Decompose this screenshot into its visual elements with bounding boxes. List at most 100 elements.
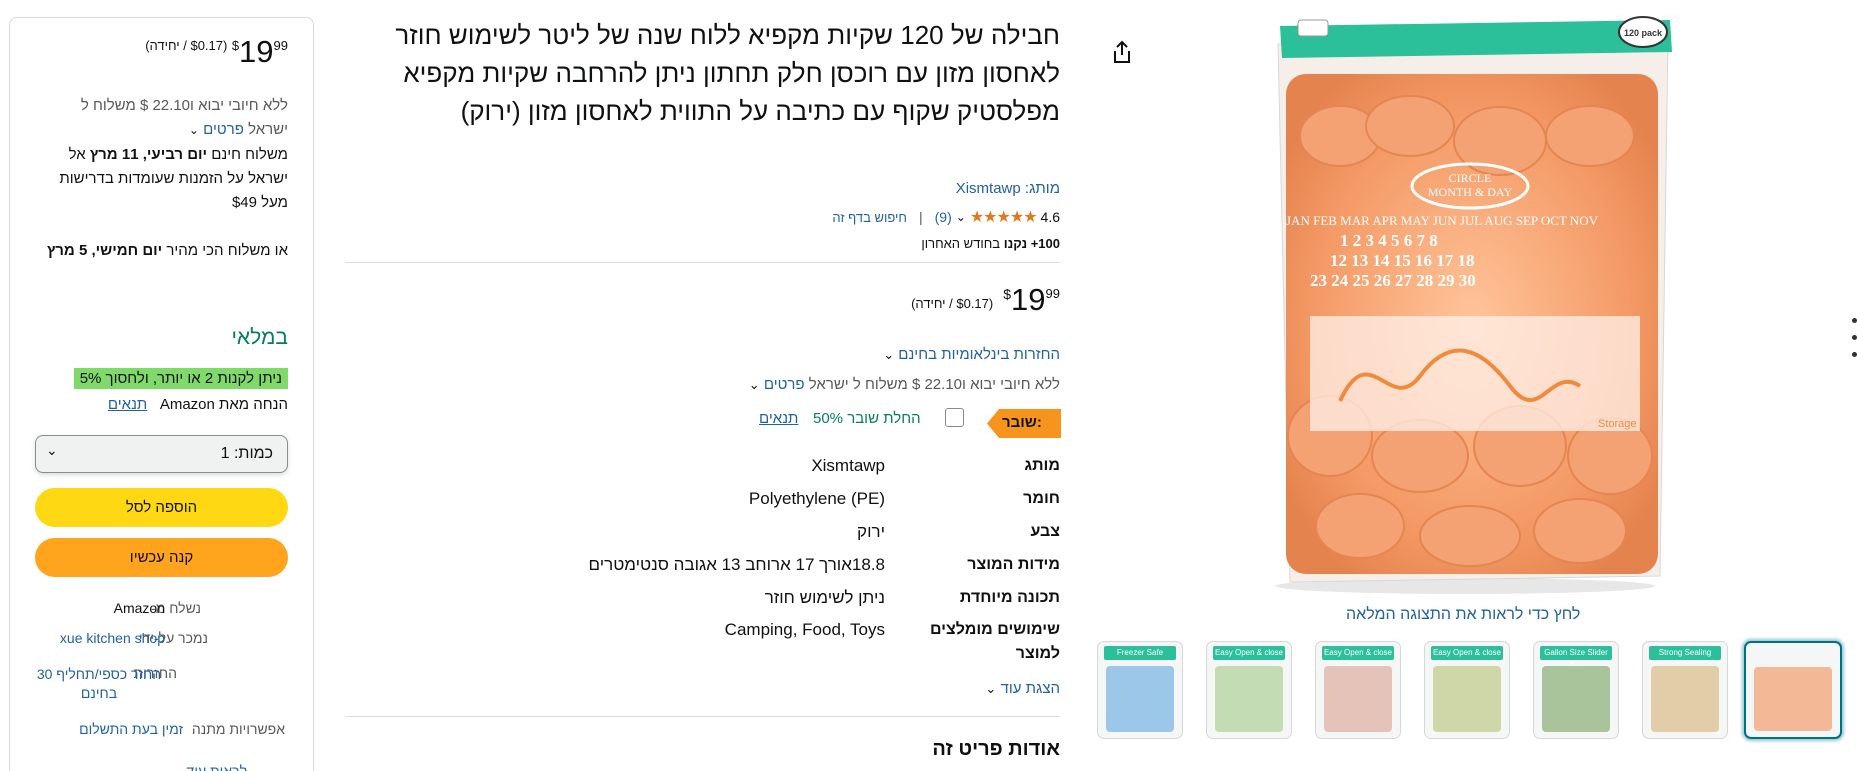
product-main-image[interactable]: 120 pack CIRCLE MONTH & DAY JAN FEB MAR … — [1250, 16, 1686, 596]
price-currency: $ — [231, 38, 240, 53]
thumbnail-item[interactable]: Freezer Safe — [1097, 641, 1183, 739]
spec-label: צבע — [1030, 523, 1060, 540]
thumbnail-label: Strong Sealing — [1649, 646, 1721, 660]
shipping-details-link[interactable]: פרטים — [203, 121, 244, 138]
price-fraction: 99 — [273, 38, 288, 53]
discount-text: הנחה מאת Amazon — [159, 396, 288, 413]
share-icon[interactable] — [1108, 38, 1136, 66]
thumbnail-item[interactable]: Easy Open & close — [1424, 641, 1510, 739]
international-returns[interactable]: החזרות בינלאומיות בחינם ⌄ — [883, 346, 1060, 363]
unit-price: ($0.17 / יחידה) — [145, 38, 228, 53]
free-delivery-label: משלוח חינם — [211, 146, 288, 163]
rating-value: 4.6 — [1040, 209, 1060, 225]
discount-row: הנחה מאת Amazon תנאים — [35, 393, 288, 417]
chevron-down-icon[interactable]: ⌄ — [956, 210, 966, 224]
pack-badge: 120 pack — [1624, 28, 1663, 38]
shipping-details-link[interactable]: פרטים — [764, 376, 805, 393]
svg-text:1 2 3 4 5 6 7 8: 1 2 3 4 5 6 7 8 — [1340, 231, 1438, 250]
shipping-country: ישראל — [248, 121, 288, 138]
promo-row: ניתן לקנות 2 או יותר, ולחסוך 5% — [35, 368, 288, 389]
brand-store-link[interactable]: Xismtawp — [956, 180, 1021, 197]
bought-count-number: 100+ — [1030, 236, 1060, 251]
fastest-delivery-date: יום חמישי, 5 מרץ — [46, 242, 163, 259]
thumbnail-image — [1433, 666, 1501, 732]
chevron-down-icon[interactable]: ⌄ — [883, 347, 894, 362]
ellipsis-icon — [1852, 318, 1857, 378]
thumbnail-item[interactable]: Easy Open & close — [1206, 641, 1292, 739]
coupon-text: החלת שובר 50% — [813, 410, 921, 427]
returns-link[interactable]: החזר כספי/תחליף 30 בחינם — [33, 665, 165, 703]
svg-text:23 24 25 26 27 28 29 30: 23 24 25 26 27 28 29 30 — [1310, 271, 1476, 290]
spec-value: ירוק — [857, 522, 885, 541]
unit-price: ($0.17 / יחידה) — [911, 296, 994, 311]
spec-value: ניתן לשימוש חוזר — [764, 588, 885, 607]
center-shipping: ללא חיובי יבוא ו22.10 $ משלוח ל ישראל פר… — [749, 376, 1060, 393]
coupon-checkbox[interactable] — [945, 408, 964, 427]
divider — [345, 262, 1060, 263]
spec-value: Polyethylene (PE) — [748, 489, 885, 508]
thumbnail-item[interactable] — [1744, 641, 1842, 739]
thumbnail-label: Freezer Safe — [1104, 646, 1176, 660]
chevron-down-icon: ⌄ — [170, 763, 183, 771]
quantity-label: כמות: 1 — [220, 445, 273, 462]
bag-months: JAN FEB MAR APR MAY JUN JUL AUG SEP OCT … — [1286, 213, 1599, 228]
thumbnail-label: Easy Open & close — [1431, 646, 1503, 660]
fastest-delivery-label: או משלוח הכי מהיר — [166, 242, 288, 259]
spec-label: תכונה מיוחדת — [959, 589, 1060, 606]
review-count-link[interactable]: (9) — [935, 209, 952, 225]
spec-value: Camping, Food, Toys — [724, 620, 885, 639]
full-view-link[interactable]: לחץ כדי לראות את התצוגה המלאה — [1346, 606, 1580, 624]
add-to-cart-button[interactable]: הוספה לסל — [35, 488, 288, 527]
price-whole: 19 — [239, 34, 274, 69]
thumbnail-item[interactable]: Easy Open & close — [1315, 641, 1401, 739]
in-stock-status: במלאי — [231, 326, 288, 349]
about-heading: אודות פריט זה — [932, 738, 1060, 760]
bought-period: בחודש האחרון — [921, 236, 1001, 251]
star-rating-icon[interactable]: ★★★★★ — [970, 207, 1038, 227]
spec-value: Xismtawp — [811, 456, 885, 475]
product-details: חבילה של 120 שקיות מקפיא ללוח שנה של ליט… — [345, 16, 1060, 130]
thumbnail-item[interactable]: Strong Sealing — [1642, 641, 1728, 739]
thumbnail-label — [1752, 647, 1834, 661]
buy-box: $ 19 99 ($0.17 / יחידה) ללא חיובי יבוא ו… — [9, 17, 314, 771]
thumbnail-item[interactable]: Gallon Size Slider Bag — [1533, 641, 1619, 739]
chevron-down-icon: ⌄ — [985, 681, 997, 696]
shipping-line: ללא חיובי יבוא ו22.10 $ משלוח ל — [80, 97, 288, 114]
sold-by-link[interactable]: xue kitchen shop — [60, 630, 165, 646]
chevron-down-icon: ⌄ — [46, 442, 58, 458]
buybox-price-amount: $ 19 99 — [232, 34, 288, 70]
thumbnail-image — [1106, 666, 1174, 732]
bought-count: 100+ נקנו בחודש האחרון — [921, 236, 1060, 251]
separator: | — [918, 209, 923, 225]
promo-badge: ניתן לקנות 2 או יותר, ולחסוך 5% — [73, 368, 288, 389]
gift-options-link[interactable]: זמין בעת התשלום — [79, 721, 183, 737]
price-fraction: 99 — [1045, 286, 1060, 301]
svg-text:CIRCLE: CIRCLE — [1449, 171, 1492, 185]
buy-now-button[interactable]: קנה עכשיו — [35, 538, 288, 577]
rating-row: 4.6 ★★★★★ ⌄ (9) | חיפוש בדף זה — [832, 207, 1060, 227]
thumbnail-image — [1324, 666, 1392, 732]
buybox-price: $ 19 99 ($0.17 / יחידה) — [35, 34, 288, 70]
price-whole: 19 — [1011, 282, 1046, 317]
bag-label: Storage — [1598, 418, 1637, 430]
chevron-down-icon[interactable]: ⌄ — [189, 123, 199, 137]
spec-value: 18.8אורך 17 ארוחב 13 אגובה סנטימטרים — [588, 555, 885, 574]
chevron-down-icon[interactable]: ⌄ — [749, 377, 760, 392]
thumbnail-image — [1651, 666, 1719, 732]
brand-line: מותג: Xismtawp — [956, 180, 1060, 197]
spec-label: חומר — [1023, 490, 1060, 507]
thumbnail-image — [1754, 667, 1832, 731]
show-more-link[interactable]: הצגת עוד ⌄ — [985, 680, 1060, 697]
discount-terms-link[interactable]: תנאים — [108, 396, 147, 413]
buybox-shipping: ללא חיובי יבוא ו22.10 $ משלוח ל ישראל פר… — [35, 94, 288, 142]
spec-label: מידות המוצר — [967, 556, 1060, 573]
price-amount: $ 19 99 — [1003, 282, 1060, 318]
divider — [345, 716, 1060, 717]
see-more-link[interactable]: לראות עוד ⌄ — [171, 763, 247, 771]
search-page-link[interactable]: חיפוש בדף זה — [832, 210, 907, 225]
returns-link[interactable]: החזרות בינלאומיות בחינם — [898, 346, 1060, 363]
spec-label: מותג — [1024, 457, 1060, 474]
coupon-terms-link[interactable]: תנאים — [759, 410, 798, 427]
center-price: $ 19 99 ($0.17 / יחידה) — [911, 282, 1060, 318]
quantity-select[interactable]: כמות: 1 ⌄ — [35, 435, 288, 473]
